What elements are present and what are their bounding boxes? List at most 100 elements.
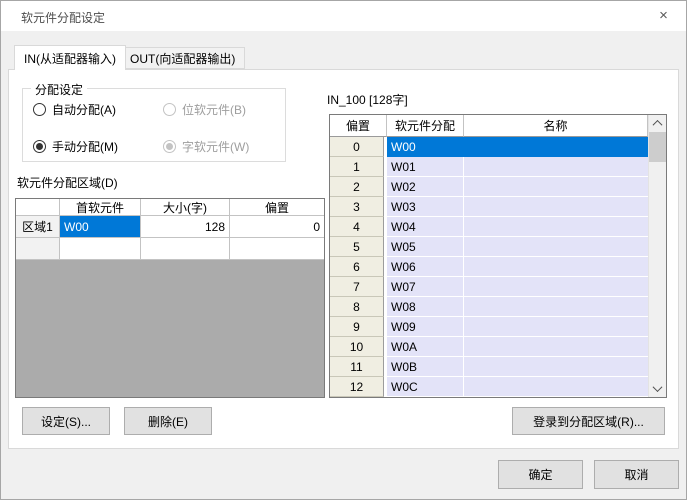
offset-cell[interactable]: 5 (330, 237, 384, 257)
offset-cell[interactable]: 10 (330, 337, 384, 357)
chevron-down-icon (653, 382, 663, 392)
radio-manual-assign[interactable]: 手动分配(M) (33, 138, 163, 155)
device-cell[interactable]: W07 (387, 277, 464, 297)
radio-icon (163, 103, 176, 116)
corner-cell (16, 199, 60, 216)
assignment-table-header: 偏置 软元件分配 名称 (330, 115, 648, 137)
device-assignment-settings-dialog: 软元件分配设定 × IN(从适配器输入) OUT(向适配器输出) 分配设定 自动… (0, 0, 687, 500)
offset-cell[interactable]: 9 (330, 317, 384, 337)
name-cell[interactable] (464, 297, 648, 317)
table-row: 3W03 (330, 197, 648, 217)
header-name: 名称 (464, 115, 648, 137)
device-cell[interactable]: W01 (387, 157, 464, 177)
offset-cell[interactable]: 1 (330, 157, 384, 177)
ok-button[interactable]: 确定 (498, 460, 583, 489)
device-cell[interactable]: W09 (387, 317, 464, 337)
assignment-setting-group: 分配设定 自动分配(A) 位软元件(B) 手动分配(M) 字软元件(W) (22, 88, 286, 162)
radio-label: 位软元件(B) (182, 101, 246, 118)
name-cell[interactable] (464, 357, 648, 377)
name-cell[interactable] (464, 137, 648, 157)
chevron-up-icon (653, 120, 663, 130)
name-cell[interactable] (464, 157, 648, 177)
offset-cell[interactable]: 3 (330, 197, 384, 217)
name-cell[interactable] (464, 217, 648, 237)
table-row: 0W00 (330, 137, 648, 157)
area-offset-cell[interactable]: 0 (230, 216, 324, 238)
device-cell[interactable]: W03 (387, 197, 464, 217)
scrollbar-thumb[interactable] (649, 132, 666, 162)
device-cell[interactable]: W0C (387, 377, 464, 397)
assignment-target-title: IN_100 [128字] (327, 91, 408, 108)
offset-cell[interactable]: 4 (330, 217, 384, 237)
offset-cell[interactable]: 12 (330, 377, 384, 397)
radio-label: 自动分配(A) (52, 101, 116, 118)
table-row: 8W08 (330, 297, 648, 317)
radio-auto-assign[interactable]: 自动分配(A) (33, 101, 163, 118)
row-header[interactable] (16, 238, 60, 260)
offset-cell[interactable]: 8 (330, 297, 384, 317)
table-row: 2W02 (330, 177, 648, 197)
device-assignment-table: 偏置 软元件分配 名称 0W001W012W023W034W045W056W06… (329, 114, 667, 398)
table-row: 7W07 (330, 277, 648, 297)
table-row: 12W0C (330, 377, 648, 397)
scroll-up-button[interactable] (649, 115, 666, 132)
row-header[interactable]: 区域1 (16, 216, 60, 238)
device-cell[interactable]: W0A (387, 337, 464, 357)
close-icon: × (659, 7, 668, 24)
tab-in[interactable]: IN(从适配器输入) (14, 45, 126, 70)
name-cell[interactable] (464, 237, 648, 257)
area-offset-cell-empty[interactable] (230, 238, 324, 260)
area-device-cell[interactable]: W00 (60, 216, 141, 238)
device-cell[interactable]: W06 (387, 257, 464, 277)
close-button[interactable]: × (641, 1, 686, 30)
name-cell[interactable] (464, 377, 648, 397)
name-cell[interactable] (464, 257, 648, 277)
area-size-cell[interactable]: 128 (141, 216, 230, 238)
device-cell[interactable]: W05 (387, 237, 464, 257)
cancel-button[interactable]: 取消 (594, 460, 679, 489)
register-to-area-button[interactable]: 登录到分配区域(R)... (512, 407, 665, 435)
area-table-header: 首软元件 大小(字) 偏置 (16, 199, 324, 216)
scrollbar-track[interactable] (649, 162, 666, 380)
radio-icon (163, 140, 176, 153)
header-offset: 偏置 (230, 199, 324, 216)
offset-cell[interactable]: 2 (330, 177, 384, 197)
tab-out[interactable]: OUT(向适配器输出) (120, 47, 245, 69)
offset-cell[interactable]: 11 (330, 357, 384, 377)
radio-bit-device[interactable]: 位软元件(B) (163, 101, 249, 118)
set-button[interactable]: 设定(S)... (22, 407, 110, 435)
area-device-cell-empty[interactable] (60, 238, 141, 260)
name-cell[interactable] (464, 277, 648, 297)
device-cell[interactable]: W08 (387, 297, 464, 317)
radio-label: 字软元件(W) (182, 138, 249, 155)
device-cell[interactable]: W00 (387, 137, 464, 157)
delete-button[interactable]: 删除(E) (124, 407, 212, 435)
area-row-1: 区域1 W00 128 0 (16, 216, 324, 238)
scroll-down-button[interactable] (649, 380, 666, 397)
device-cell[interactable]: W04 (387, 217, 464, 237)
header-size: 大小(字) (141, 199, 230, 216)
header-offset: 偏置 (330, 115, 387, 137)
radio-word-device[interactable]: 字软元件(W) (163, 138, 249, 155)
table-row: 9W09 (330, 317, 648, 337)
assignment-grid: 偏置 软元件分配 名称 0W001W012W023W034W045W056W06… (330, 115, 648, 397)
offset-cell[interactable]: 0 (330, 137, 384, 157)
title-bar: 软元件分配设定 × (1, 1, 686, 31)
device-cell[interactable]: W02 (387, 177, 464, 197)
table-row: 1W01 (330, 157, 648, 177)
header-first-device: 首软元件 (60, 199, 141, 216)
device-cell[interactable]: W0B (387, 357, 464, 377)
name-cell[interactable] (464, 197, 648, 217)
table-row: 11W0B (330, 357, 648, 377)
name-cell[interactable] (464, 317, 648, 337)
radio-label: 手动分配(M) (52, 138, 118, 155)
radio-icon (33, 103, 46, 116)
name-cell[interactable] (464, 177, 648, 197)
name-cell[interactable] (464, 337, 648, 357)
dialog-title: 软元件分配设定 (21, 9, 105, 26)
offset-cell[interactable]: 7 (330, 277, 384, 297)
tab-in-label: IN(从适配器输入) (24, 50, 116, 67)
radio-grid: 自动分配(A) 位软元件(B) 手动分配(M) 字软元件(W) (33, 101, 249, 155)
area-size-cell-empty[interactable] (141, 238, 230, 260)
offset-cell[interactable]: 6 (330, 257, 384, 277)
